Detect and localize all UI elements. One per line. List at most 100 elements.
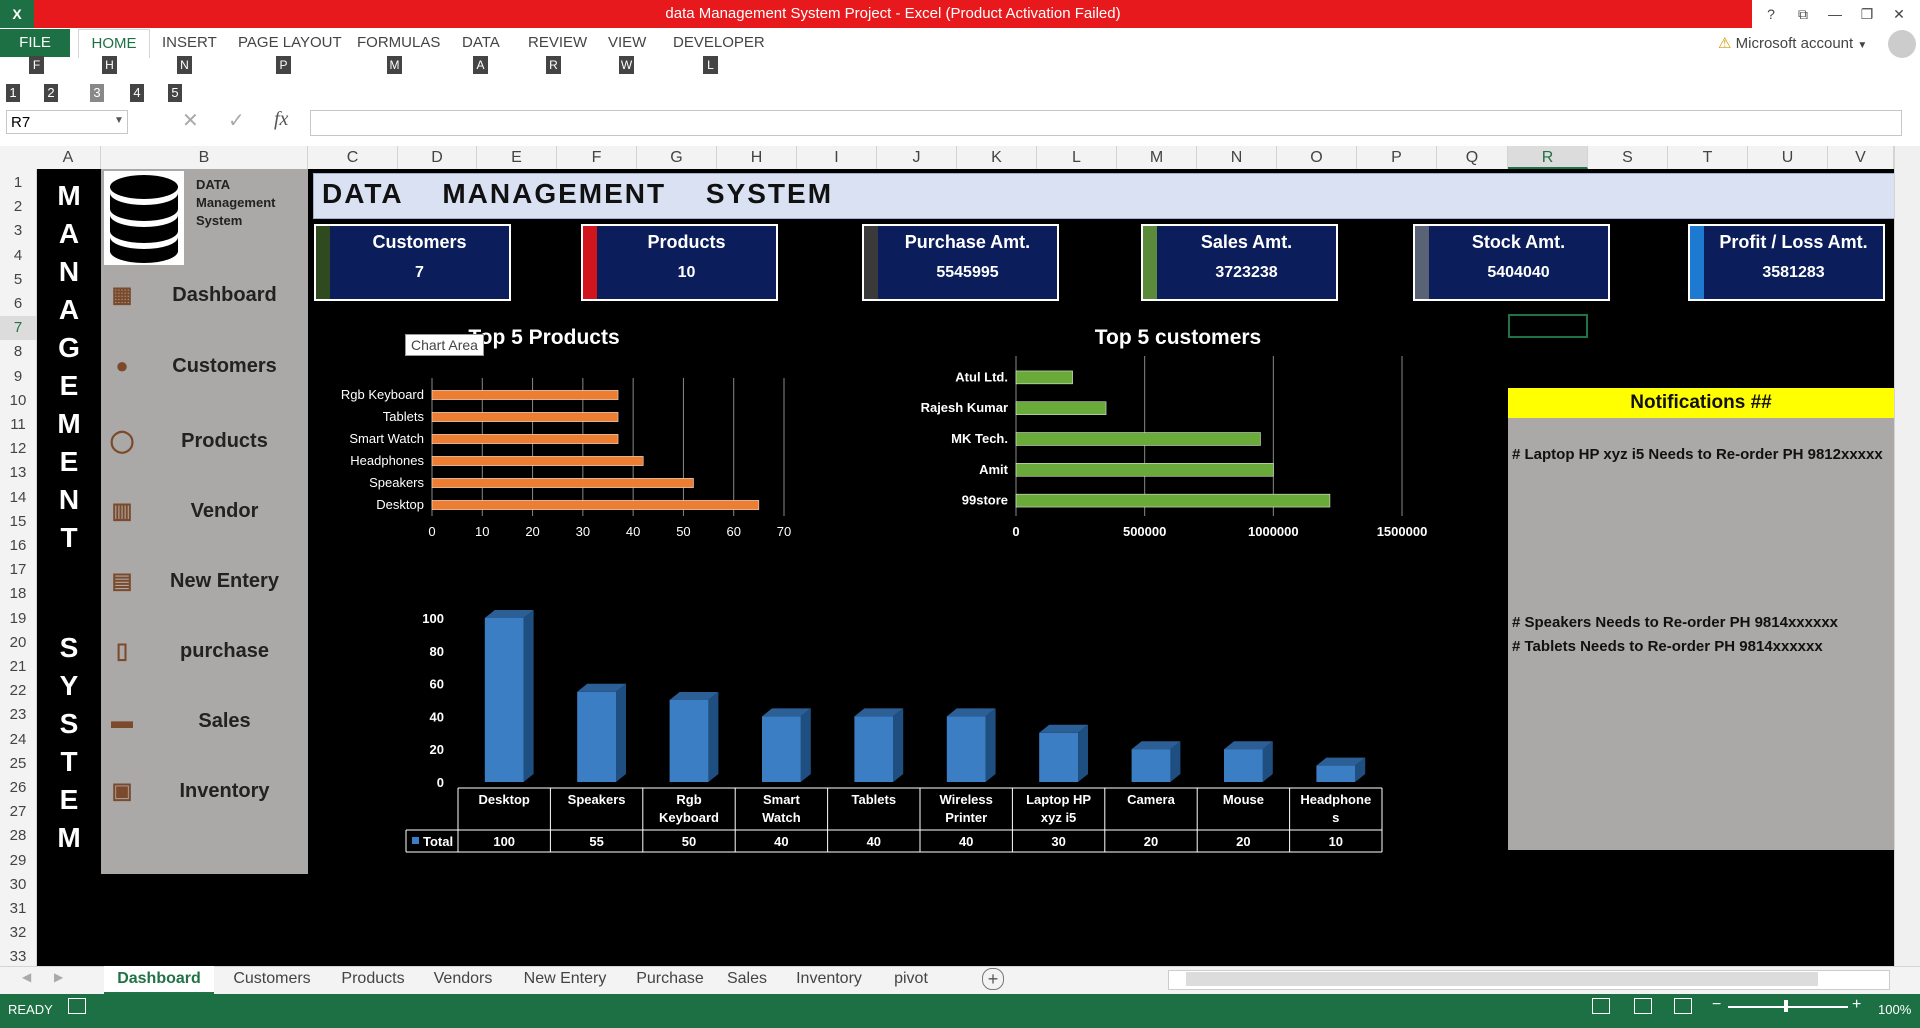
column-header[interactable]: I xyxy=(797,146,877,169)
tab-review[interactable]: REVIEW xyxy=(528,34,587,56)
qat-undo[interactable]: 2 xyxy=(44,84,58,102)
scroll-right-icon[interactable]: ▶ xyxy=(54,970,63,984)
sidebar-item-vendor[interactable]: ▥ Vendor xyxy=(101,490,308,536)
chart-top-products[interactable]: Top 5 Products 0 10 20 30 40 50 60 70 Rgb Keyboar… xyxy=(308,320,808,550)
row-header[interactable]: 23 xyxy=(0,703,36,727)
column-header[interactable]: V xyxy=(1828,146,1894,169)
sidebar-item-new-entery[interactable]: ▤ New Entery xyxy=(101,560,308,606)
sidebar-item-dashboard[interactable]: ▦ Dashboard xyxy=(101,274,308,320)
macro-record-icon[interactable] xyxy=(68,998,86,1014)
row-header[interactable]: 13 xyxy=(0,461,36,485)
tab-formulas[interactable]: FORMULAS xyxy=(357,34,440,56)
row-header[interactable]: 11 xyxy=(0,413,36,437)
tab-sheet-sales[interactable]: Sales xyxy=(716,966,778,992)
tab-page-layout[interactable]: PAGE LAYOUT xyxy=(238,34,342,56)
tab-data[interactable]: DATA xyxy=(462,34,500,56)
column-header[interactable]: R xyxy=(1508,146,1588,169)
row-header[interactable]: 8 xyxy=(0,340,36,364)
page-layout-view-icon[interactable] xyxy=(1634,998,1652,1014)
close-icon[interactable]: ✕ xyxy=(1884,2,1914,26)
tab-sheet-pivot[interactable]: pivot xyxy=(880,966,942,992)
row-header[interactable]: 29 xyxy=(0,849,36,873)
tab-sheet-new-entery[interactable]: New Entery xyxy=(508,966,622,992)
column-header[interactable]: Q xyxy=(1437,146,1508,169)
sidebar-item-products[interactable]: ◯ Products xyxy=(101,420,308,466)
column-header[interactable]: A xyxy=(36,146,101,169)
column-header[interactable]: T xyxy=(1668,146,1748,169)
row-header[interactable]: 24 xyxy=(0,728,36,752)
tab-file[interactable]: FILE xyxy=(0,29,70,57)
row-header[interactable]: 10 xyxy=(0,389,36,413)
tab-sheet-customers[interactable]: Customers xyxy=(220,966,324,992)
name-box[interactable]: R7 xyxy=(6,110,128,134)
zoom-in-icon[interactable]: + xyxy=(1852,996,1861,1014)
zoom-out-icon[interactable]: − xyxy=(1712,996,1721,1014)
qat-item-4[interactable]: 4 xyxy=(130,84,144,102)
sidebar-item-sales[interactable]: ▬ Sales xyxy=(101,700,308,746)
column-header[interactable]: P xyxy=(1357,146,1437,169)
row-header[interactable]: 15 xyxy=(0,510,36,534)
row-header[interactable]: 6 xyxy=(0,292,36,316)
sidebar-item-customers[interactable]: ● Customers xyxy=(101,345,308,391)
row-header[interactable]: 30 xyxy=(0,873,36,897)
horizontal-scroll-thumb[interactable] xyxy=(1186,972,1818,986)
add-sheet-icon[interactable]: + xyxy=(982,968,1004,990)
column-header[interactable]: O xyxy=(1277,146,1357,169)
tab-developer[interactable]: DEVELOPER xyxy=(673,34,765,56)
column-header[interactable]: D xyxy=(398,146,477,169)
row-header[interactable]: 4 xyxy=(0,244,36,268)
zoom-level[interactable]: 100% xyxy=(1878,1002,1911,1017)
chart-top-customers[interactable]: Top 5 customers 0 500000 1000000 1500000 Atul… xyxy=(890,320,1450,550)
help-icon[interactable]: ? xyxy=(1756,2,1786,26)
chart-stock-totals[interactable]: 0 20 40 60 80 100 Total Desktop 100 Speakers 55 Rgb… xyxy=(400,590,1390,860)
row-header[interactable]: 16 xyxy=(0,534,36,558)
minimize-icon[interactable]: — xyxy=(1820,2,1850,26)
sidebar-item-purchase[interactable]: ▯ purchase xyxy=(101,630,308,676)
column-header[interactable]: K xyxy=(957,146,1037,169)
maximize-icon[interactable]: ❐ xyxy=(1852,2,1882,26)
column-header[interactable]: J xyxy=(877,146,957,169)
row-header[interactable]: 28 xyxy=(0,824,36,848)
row-header[interactable]: 2 xyxy=(0,195,36,219)
row-header[interactable]: 7 xyxy=(0,316,36,341)
page-break-view-icon[interactable] xyxy=(1674,998,1692,1014)
row-header[interactable]: 9 xyxy=(0,365,36,389)
tab-sheet-purchase[interactable]: Purchase xyxy=(628,966,712,992)
fx-icon[interactable]: fx xyxy=(274,108,288,131)
tab-view[interactable]: VIEW xyxy=(608,34,646,56)
column-header[interactable]: G xyxy=(637,146,717,169)
column-header[interactable]: H xyxy=(717,146,797,169)
namebox-dropdown-icon[interactable]: ▼ xyxy=(114,115,124,126)
row-header[interactable]: 12 xyxy=(0,437,36,461)
selected-cell-R7[interactable] xyxy=(1508,314,1588,338)
row-header[interactable]: 1 xyxy=(0,171,36,195)
column-header[interactable]: N xyxy=(1197,146,1277,169)
tab-sheet-dashboard[interactable]: Dashboard xyxy=(104,966,214,995)
row-header[interactable]: 26 xyxy=(0,776,36,800)
zoom-slider[interactable] xyxy=(1728,1006,1848,1008)
formula-input[interactable] xyxy=(310,110,1902,136)
tab-sheet-products[interactable]: Products xyxy=(330,966,416,992)
column-header[interactable]: B xyxy=(101,146,308,169)
scroll-left-icon[interactable]: ◀ xyxy=(22,970,31,984)
cancel-icon[interactable]: ✕ xyxy=(182,108,199,133)
row-header[interactable]: 27 xyxy=(0,800,36,824)
tab-sheet-inventory[interactable]: Inventory xyxy=(784,966,874,992)
account-area[interactable]: ⚠ Microsoft account ▼ xyxy=(1718,34,1867,52)
tab-sheet-vendors[interactable]: Vendors xyxy=(424,966,502,992)
restore-icon[interactable]: ⧉ xyxy=(1788,2,1818,26)
column-header[interactable]: F xyxy=(557,146,637,169)
row-header[interactable]: 5 xyxy=(0,268,36,292)
avatar[interactable] xyxy=(1888,30,1916,58)
tab-home[interactable]: HOME xyxy=(78,29,150,58)
column-header[interactable]: M xyxy=(1117,146,1197,169)
row-header[interactable]: 22 xyxy=(0,679,36,703)
column-header[interactable]: S xyxy=(1588,146,1668,169)
qat-save[interactable]: 1 xyxy=(6,84,20,102)
row-header[interactable]: 20 xyxy=(0,631,36,655)
column-header[interactable]: L xyxy=(1037,146,1117,169)
row-header[interactable]: 18 xyxy=(0,582,36,606)
zoom-slider-thumb[interactable] xyxy=(1784,1000,1788,1012)
column-header[interactable]: E xyxy=(477,146,557,169)
row-header[interactable]: 19 xyxy=(0,607,36,631)
